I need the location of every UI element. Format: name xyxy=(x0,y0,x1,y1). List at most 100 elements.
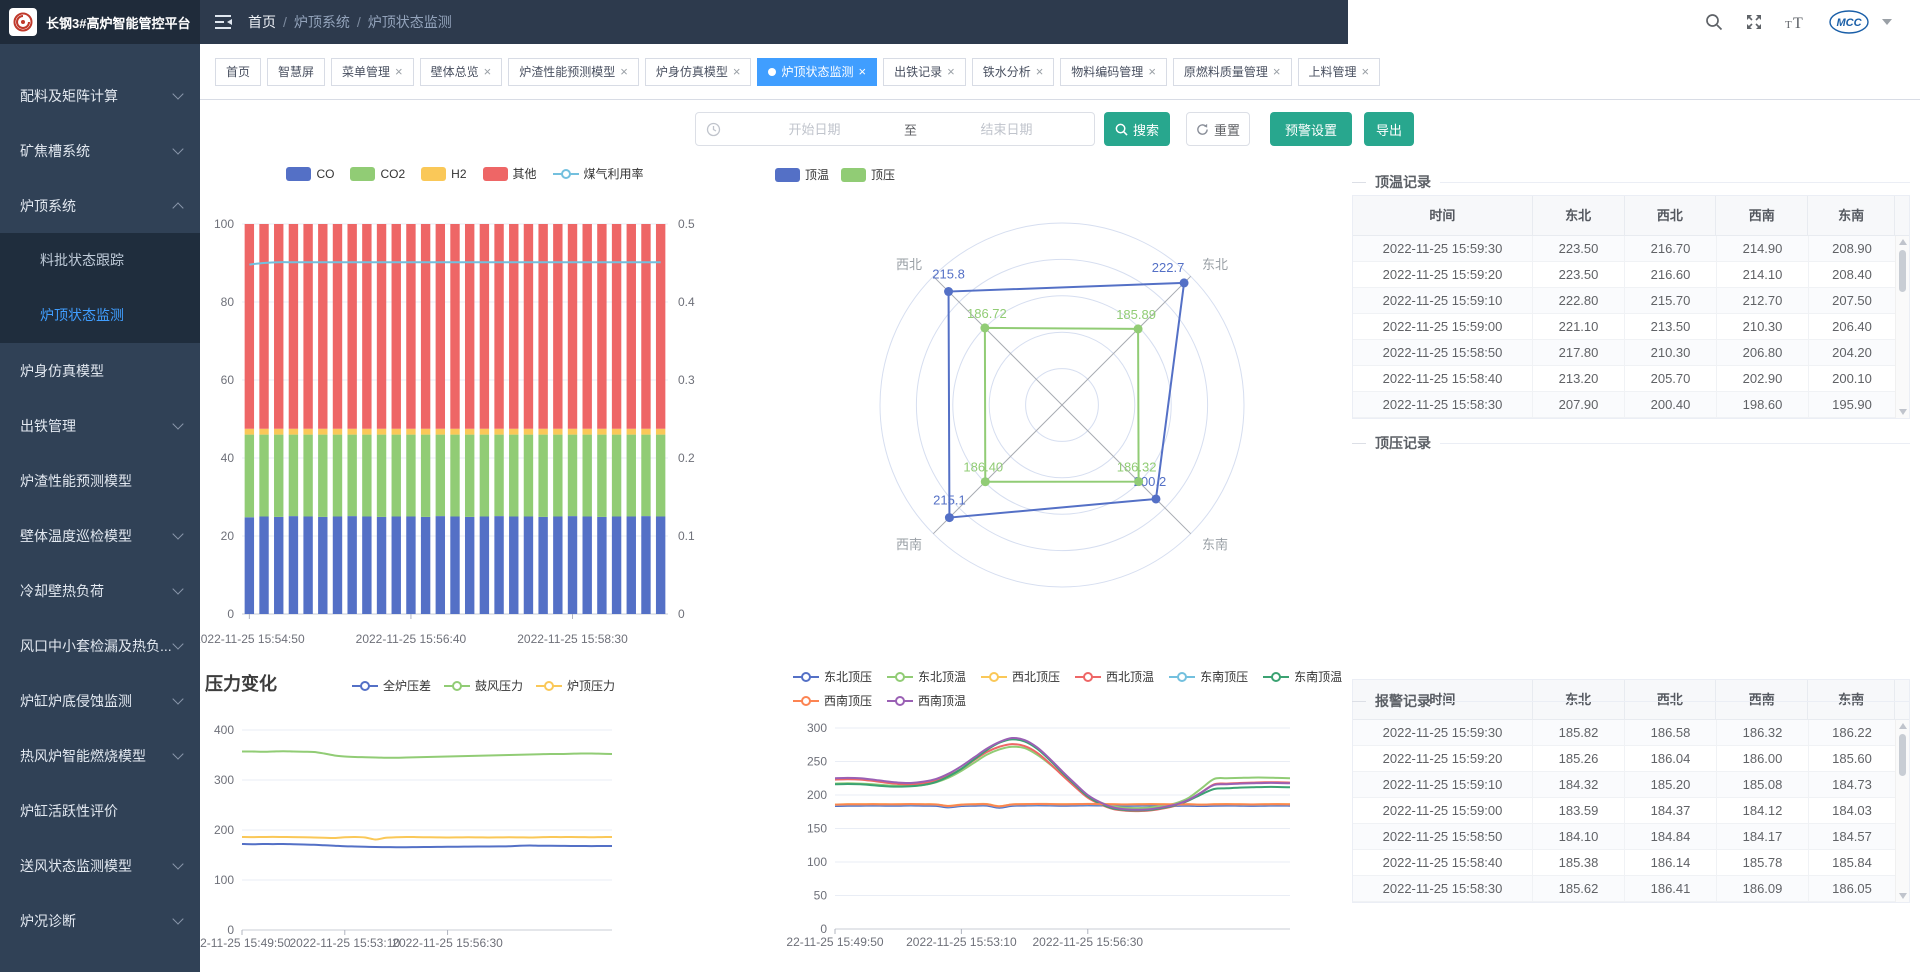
tab-close-icon[interactable]: × xyxy=(484,65,492,78)
mcc-logo[interactable]: MCC xyxy=(1828,9,1870,35)
tab-label: 铁水分析 xyxy=(983,63,1031,80)
sidebar-item-壁体温度巡检模型[interactable]: 壁体温度巡检模型 xyxy=(0,508,200,563)
sidebar-subitem-料批状态跟踪[interactable]: 料批状态跟踪 xyxy=(0,233,200,288)
legend-item-顶温[interactable]: 顶温 xyxy=(775,166,829,183)
tab-close-icon[interactable]: × xyxy=(858,65,866,78)
sidebar-item-炉渣性能预测模型[interactable]: 炉渣性能预测模型 xyxy=(0,453,200,508)
menu-fold-icon[interactable] xyxy=(200,15,248,29)
svg-text:60: 60 xyxy=(221,373,235,387)
sidebar-item-冷却壁热负荷[interactable]: 冷却壁热负荷 xyxy=(0,563,200,618)
sidebar-item-送风状态监测模型[interactable]: 送风状态监测模型 xyxy=(0,838,200,893)
table-scrollbar[interactable] xyxy=(1895,236,1909,418)
fullscreen-icon[interactable] xyxy=(1744,12,1764,32)
column-header-东南[interactable]: 东南 xyxy=(1808,196,1895,236)
svg-text:185.89: 185.89 xyxy=(1116,307,1156,322)
tab-出铁记录[interactable]: 出铁记录× xyxy=(883,58,966,86)
sidebar-item-风口中小套检漏及热负...[interactable]: 风口中小套检漏及热负... xyxy=(0,618,200,673)
table-row[interactable]: 2022-11-25 15:58:40213.20205.70202.90200… xyxy=(1353,366,1909,392)
table-row[interactable]: 2022-11-25 15:58:30207.90200.40198.60195… xyxy=(1353,392,1909,418)
tab-close-icon[interactable]: × xyxy=(947,65,955,78)
end-date-input[interactable] xyxy=(919,121,1094,138)
legend-item-H2[interactable]: H2 xyxy=(421,167,466,181)
table-row[interactable]: 2022-11-25 15:59:10222.80215.70212.70207… xyxy=(1353,288,1909,314)
legend-item-CO2[interactable]: CO2 xyxy=(350,167,405,181)
table-row[interactable]: 2022-11-25 15:59:20223.50216.60214.10208… xyxy=(1353,262,1909,288)
table-cell: 184.84 xyxy=(1625,824,1717,850)
export-button[interactable]: 导出 xyxy=(1364,112,1414,146)
tab-炉身仿真模型[interactable]: 炉身仿真模型× xyxy=(645,58,752,86)
table-row[interactable]: 2022-11-25 15:59:10184.32185.20185.08184… xyxy=(1353,772,1909,798)
table-row[interactable]: 2022-11-25 15:59:30185.82186.58186.32186… xyxy=(1353,720,1909,746)
tab-菜单管理[interactable]: 菜单管理 × xyxy=(331,58,414,86)
table-scrollbar[interactable] xyxy=(1895,720,1909,902)
tab-炉顶状态监测[interactable]: 炉顶状态监测× xyxy=(757,58,877,86)
legend-item-煤气利用率[interactable]: 煤气利用率 xyxy=(553,165,644,182)
legend-line-marker xyxy=(553,173,579,175)
date-range-picker[interactable]: 至 xyxy=(695,112,1095,146)
tab-close-icon[interactable]: × xyxy=(1362,65,1370,78)
alert-settings-button[interactable]: 预警设置 xyxy=(1270,112,1352,146)
tab-close-icon[interactable]: × xyxy=(1273,65,1281,78)
sidebar-item-配料及矩阵计算[interactable]: 配料及矩阵计算 xyxy=(0,68,200,123)
tab-物料编码管理[interactable]: 物料编码管理× xyxy=(1060,58,1167,86)
table-row[interactable]: 2022-11-25 15:59:00221.10213.50210.30206… xyxy=(1353,314,1909,340)
column-header-东北[interactable]: 东北 xyxy=(1533,196,1625,236)
sidebar-item-炉缸活跃性评价[interactable]: 炉缸活跃性评价 xyxy=(0,783,200,838)
tab-close-icon[interactable]: × xyxy=(1036,65,1044,78)
tab-炉渣性能预测模型[interactable]: 炉渣性能预测模型× xyxy=(508,58,639,86)
table-row[interactable]: 2022-11-25 15:58:30185.62186.41186.09186… xyxy=(1353,876,1909,902)
sidebar-item-热风炉智能燃烧模型[interactable]: 热风炉智能燃烧模型 xyxy=(0,728,200,783)
column-header-西南[interactable]: 西南 xyxy=(1716,196,1808,236)
sidebar-item-矿焦槽系统[interactable]: 矿焦槽系统 xyxy=(0,123,200,178)
table-row[interactable]: 2022-11-25 15:59:20185.26186.04186.00185… xyxy=(1353,746,1909,772)
tab-close-icon[interactable]: × xyxy=(620,65,628,78)
tab-close-icon[interactable]: × xyxy=(395,65,403,78)
sidebar-item-炉况诊断[interactable]: 炉况诊断 xyxy=(0,893,200,948)
table-row[interactable]: 2022-11-25 15:59:30223.50216.70214.90208… xyxy=(1353,236,1909,262)
caret-down-icon[interactable] xyxy=(1882,19,1892,25)
tab-壁体总览[interactable]: 壁体总览 × xyxy=(420,58,503,86)
tab-label: 菜单管理 xyxy=(342,63,390,80)
sidebar-item-炉缸炉底侵蚀监测[interactable]: 炉缸炉底侵蚀监测 xyxy=(0,673,200,728)
sidebar-item-炉顶系统[interactable]: 炉顶系统 xyxy=(0,178,200,233)
tab-铁水分析[interactable]: 铁水分析 × xyxy=(972,58,1055,86)
tab-close-icon[interactable]: × xyxy=(733,65,741,78)
table-row[interactable]: 2022-11-25 15:58:40185.38186.14185.78185… xyxy=(1353,850,1909,876)
svg-text:50: 50 xyxy=(814,889,828,903)
sidebar-item-出铁管理[interactable]: 出铁管理 xyxy=(0,398,200,453)
tab-上料管理[interactable]: 上料管理× xyxy=(1298,58,1381,86)
section-alarm: 报警记录 xyxy=(1352,691,1910,711)
table-row[interactable]: 2022-11-25 15:58:50217.80210.30206.80204… xyxy=(1353,340,1909,366)
tab-close-icon[interactable]: × xyxy=(1148,65,1156,78)
column-header-西北[interactable]: 西北 xyxy=(1625,196,1717,236)
svg-text:2022-11-25 15:56:40: 2022-11-25 15:56:40 xyxy=(356,632,467,646)
table-body: 2022-11-25 15:59:30223.50216.70214.90208… xyxy=(1353,236,1909,418)
font-size-icon[interactable]: T T xyxy=(1784,12,1808,32)
sidebar-subitem-炉顶状态监测[interactable]: 炉顶状态监测 xyxy=(0,288,200,343)
start-date-input[interactable] xyxy=(727,121,902,138)
svg-text:250: 250 xyxy=(807,755,827,769)
search-icon[interactable] xyxy=(1704,12,1724,32)
reset-button[interactable]: 重置 xyxy=(1186,112,1250,146)
tab-智慧屏[interactable]: 智慧屏 xyxy=(267,58,325,86)
column-header-时间[interactable]: 时间 xyxy=(1353,196,1533,236)
sidebar-item-label: 出铁管理 xyxy=(20,416,174,436)
breadcrumb-separator: / xyxy=(357,14,361,30)
tab-原燃料质量管理[interactable]: 原燃料质量管理× xyxy=(1173,58,1292,86)
app-title: 长钢3#高炉智能管控平台 xyxy=(46,13,190,32)
svg-text:300: 300 xyxy=(807,721,827,735)
table-row[interactable]: 2022-11-25 15:58:50184.10184.84184.17184… xyxy=(1353,824,1909,850)
search-button[interactable]: 搜索 xyxy=(1104,112,1170,146)
legend-item-其他[interactable]: 其他 xyxy=(483,165,537,182)
svg-text:2022-11-25 15:56:30: 2022-11-25 15:56:30 xyxy=(392,936,503,950)
legend-item-顶压[interactable]: 顶压 xyxy=(841,166,895,183)
breadcrumb-home[interactable]: 首页 xyxy=(248,12,276,32)
sidebar-item-炉身仿真模型[interactable]: 炉身仿真模型 xyxy=(0,343,200,398)
table-cell: 186.22 xyxy=(1809,720,1896,746)
table-cell: 223.50 xyxy=(1533,236,1625,262)
tab-label: 壁体总览 xyxy=(431,63,479,80)
chevron-down-icon xyxy=(172,528,183,539)
legend-item-CO[interactable]: CO xyxy=(286,167,334,181)
tab-首页[interactable]: 首页 xyxy=(215,58,261,86)
table-row[interactable]: 2022-11-25 15:59:00183.59184.37184.12184… xyxy=(1353,798,1909,824)
